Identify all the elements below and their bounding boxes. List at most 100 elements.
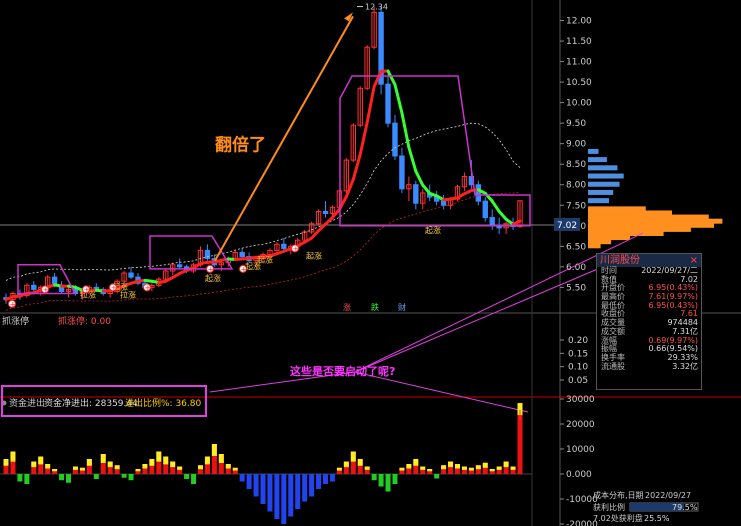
info-panel[interactable]: 川润股份 × 时间 2022/09/27/二 数值 7.02 开盘价 6.95(0.43%)… bbox=[596, 253, 702, 390]
candle-body bbox=[392, 122, 398, 157]
flow-bar-negative bbox=[93, 474, 99, 479]
signal-marker-cross: + bbox=[145, 283, 152, 292]
current-price-label: 7.02 bbox=[557, 221, 577, 231]
flow-bar-negative bbox=[267, 474, 273, 512]
flow-bar-negative bbox=[434, 474, 440, 479]
event-label-up: 涨 bbox=[343, 302, 351, 312]
signal-marker-cross: + bbox=[43, 285, 50, 294]
flow-bar-negative bbox=[246, 474, 252, 489]
y-tick-label: 7.50 bbox=[566, 201, 586, 211]
flow-bar-cap bbox=[343, 461, 349, 468]
callout-pointer bbox=[354, 267, 601, 373]
flow-bar-cap bbox=[364, 466, 370, 470]
flow-bar-cap bbox=[336, 467, 342, 471]
ma-line-segment bbox=[421, 183, 432, 195]
flow-bar-cap bbox=[163, 456, 169, 465]
candle-body bbox=[399, 155, 405, 190]
candle-body bbox=[281, 243, 287, 249]
flow-bar-cap bbox=[448, 461, 454, 468]
flow-bar-negative bbox=[371, 474, 377, 481]
signal-marker-cross: + bbox=[84, 285, 91, 294]
flow-bar-cap bbox=[461, 466, 467, 470]
candle-body bbox=[322, 210, 329, 214]
flow-bar-negative bbox=[329, 474, 335, 482]
flow-bar-negative bbox=[295, 474, 301, 509]
flow-bar-cap bbox=[114, 465, 120, 470]
info-panel-title: 川润股份 bbox=[600, 255, 640, 266]
volume-profile-bar bbox=[588, 189, 614, 195]
flow-bar-cap bbox=[420, 466, 426, 470]
y-tick-label: 8.00 bbox=[566, 181, 586, 191]
flow-bar-cap bbox=[107, 461, 113, 468]
flow-bar-negative bbox=[24, 474, 30, 484]
flow-bar-cap bbox=[350, 451, 356, 462]
y-tick-label: 10.50 bbox=[566, 78, 592, 88]
y-tick-label: 9.50 bbox=[566, 119, 586, 129]
volume-profile-bar bbox=[588, 173, 624, 179]
flow-bar-cap bbox=[52, 469, 58, 472]
flow-bar-cap bbox=[142, 464, 148, 469]
rise-marker-label: 起涨 bbox=[257, 255, 273, 265]
volume-profile-bar bbox=[588, 198, 609, 204]
ma-line-segment bbox=[386, 69, 397, 87]
flow-bar-cap bbox=[170, 461, 176, 468]
flow-bar-cap bbox=[503, 461, 509, 468]
y-tick-label: 0.05 bbox=[568, 376, 588, 386]
flow-bar-cap bbox=[475, 465, 481, 470]
info-row-value: 3.32亿 bbox=[672, 361, 698, 371]
y-tick-label: 10.00 bbox=[566, 99, 592, 109]
volume-profile-bar bbox=[588, 157, 607, 163]
flow-bar-cap bbox=[454, 464, 460, 469]
y-tick-label: 30000 bbox=[566, 395, 595, 405]
ma-line-segment bbox=[497, 209, 508, 221]
volume-profile-bar bbox=[588, 148, 599, 154]
flow-bar-cap bbox=[232, 467, 238, 471]
flow-bar-negative bbox=[253, 474, 259, 497]
flow-bar-negative bbox=[184, 474, 190, 479]
candle-body bbox=[413, 184, 419, 204]
flow-bar-cap bbox=[427, 469, 433, 472]
flow-bar-negative bbox=[128, 474, 134, 481]
flow-bar-negative bbox=[316, 474, 322, 489]
candle-body bbox=[440, 200, 447, 206]
flow-bar-negative bbox=[309, 474, 315, 497]
candle-body bbox=[239, 251, 245, 258]
signal-marker-cross: + bbox=[241, 265, 248, 274]
candle-body bbox=[482, 200, 488, 219]
ma-line-segment bbox=[511, 219, 522, 226]
volume-profile-bar bbox=[588, 181, 620, 187]
y-tick-label: 11.50 bbox=[566, 37, 592, 47]
flow-bar-cap bbox=[100, 454, 106, 463]
y-tick-label: 10000 bbox=[566, 445, 595, 455]
y-tick-label: 8.50 bbox=[566, 160, 586, 170]
y-tick-label: 6.50 bbox=[566, 242, 586, 252]
y-tick-label: 0.000 bbox=[566, 470, 592, 480]
candle-body bbox=[176, 264, 183, 268]
flow-bar-negative bbox=[274, 474, 280, 519]
ma-line-segment bbox=[351, 152, 362, 181]
y-tick-label: 9.00 bbox=[566, 140, 586, 150]
flow-bar-cap bbox=[441, 465, 447, 470]
y-tick-label: 0.20 bbox=[568, 336, 588, 346]
flow-bar-negative bbox=[288, 474, 294, 517]
flow-bar-cap bbox=[177, 466, 183, 470]
info-row: 流通股 3.32亿 bbox=[597, 361, 701, 372]
flow-bar-cap bbox=[45, 464, 51, 469]
ma-line-segment bbox=[414, 169, 425, 187]
flow-bar-negative bbox=[392, 474, 398, 484]
signal-marker-cross: + bbox=[111, 283, 118, 292]
signal-marker-cross: + bbox=[208, 265, 215, 274]
flow-bar-cap bbox=[496, 466, 502, 470]
candle-body bbox=[489, 217, 495, 227]
candle-body bbox=[204, 249, 211, 260]
candle-body bbox=[475, 184, 482, 202]
flow-bar-negative bbox=[239, 474, 245, 482]
cost-dist-date: 2022/09/27 bbox=[645, 491, 691, 500]
flow-bar-cap bbox=[482, 462, 488, 468]
flow-bar-cap bbox=[79, 467, 85, 471]
callout-pointer bbox=[354, 371, 529, 413]
flow-bar-negative bbox=[59, 474, 65, 481]
event-label-finance: 财 bbox=[398, 302, 406, 312]
profit-ratio-label: 获利比例 bbox=[593, 502, 625, 512]
indicator-title: 抓涨停 bbox=[2, 315, 29, 327]
